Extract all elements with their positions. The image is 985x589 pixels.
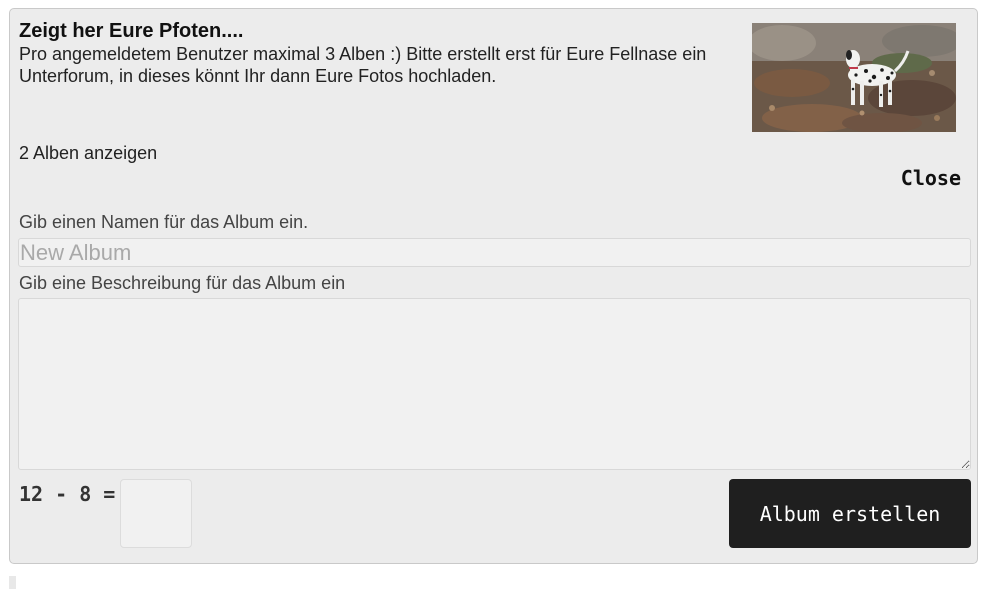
- captcha-answer-input[interactable]: [120, 479, 192, 548]
- album-name-label: Gib einen Namen für das Album ein.: [19, 212, 309, 232]
- dalmatian-photo: [752, 23, 956, 132]
- album-description-label: Gib eine Beschreibung für das Album ein: [19, 273, 346, 293]
- captcha-question: 12 - 8 =: [19, 482, 116, 506]
- dalmatian-photo-image: [752, 23, 956, 132]
- album-name-input[interactable]: [18, 238, 971, 267]
- album-description-textarea[interactable]: [18, 298, 971, 470]
- album-title: Zeigt her Eure Pfoten....: [19, 20, 244, 42]
- close-button[interactable]: Close: [901, 166, 961, 190]
- create-album-button[interactable]: Album erstellen: [729, 479, 971, 548]
- album-description: Pro angemeldetem Benutzer maximal 3 Albe…: [19, 44, 707, 86]
- footer-stub: [9, 576, 16, 589]
- show-albums-link[interactable]: 2 Alben anzeigen: [19, 143, 157, 164]
- create-album-panel: Zeigt her Eure Pfoten.... Pro angemeldet…: [9, 8, 978, 564]
